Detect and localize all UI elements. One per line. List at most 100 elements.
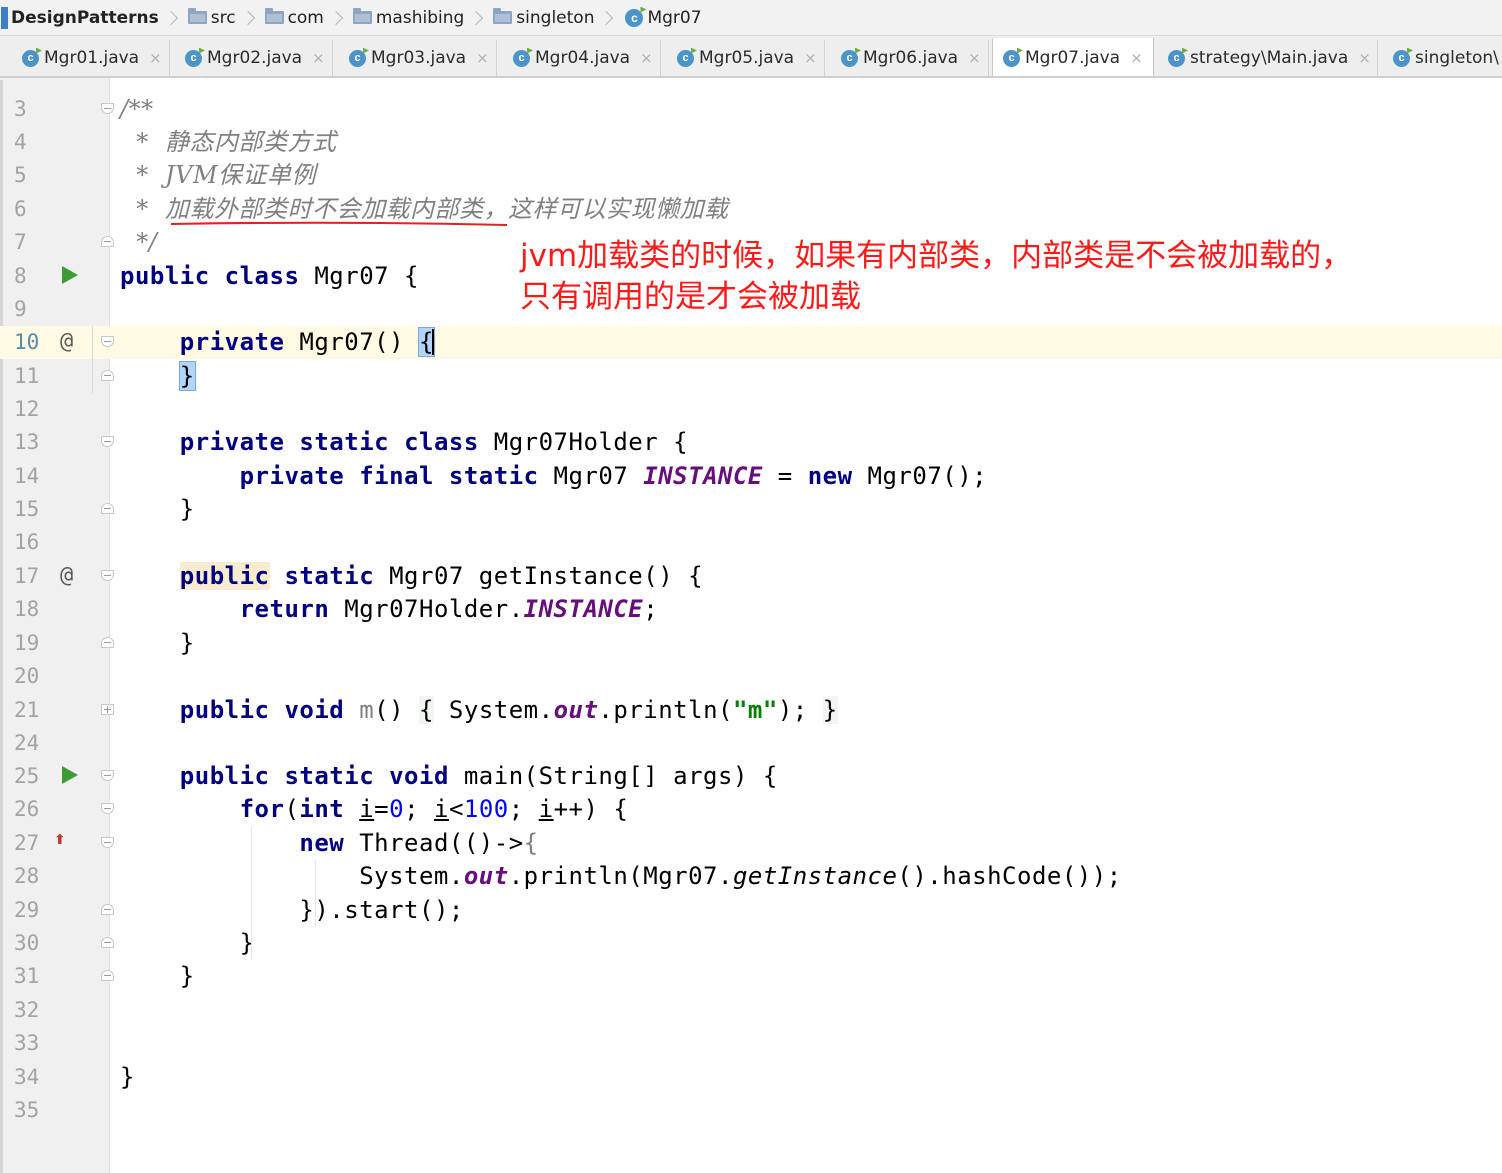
- line-number: 8: [14, 264, 27, 288]
- fold-marker-icon[interactable]: [100, 836, 116, 851]
- fold-marker-icon[interactable]: [100, 969, 116, 984]
- fold-marker-icon[interactable]: [100, 569, 116, 584]
- breadcrumb-mashibing[interactable]: mashibing: [349, 0, 489, 35]
- close-icon[interactable]: ×: [1358, 49, 1371, 67]
- annotation-line-2: 只有调用的是才会被加载: [520, 279, 861, 315]
- class-icon: c: [1003, 49, 1020, 67]
- close-icon[interactable]: ×: [312, 49, 325, 67]
- code-token: );: [777, 696, 808, 724]
- code-line: 12: [0, 393, 1502, 426]
- tab-mgr05[interactable]: c Mgr05.java ×: [667, 40, 825, 76]
- line-number: 35: [14, 1098, 40, 1122]
- breadcrumb-src[interactable]: src: [184, 0, 261, 35]
- class-icon: c: [625, 8, 644, 27]
- keyword-token: static: [448, 462, 539, 490]
- fold-marker-icon[interactable]: [100, 769, 116, 784]
- run-icon[interactable]: [60, 763, 84, 789]
- class-icon: c: [349, 49, 366, 67]
- code-line: 28 System.out.println(Mgr07.getInstance(…: [0, 860, 1502, 893]
- tab-mgr04[interactable]: c Mgr04.java ×: [503, 40, 661, 76]
- close-icon[interactable]: ×: [968, 49, 981, 67]
- code-text: for(int i=0; i<100; i++) {: [120, 795, 628, 823]
- tab-mgr01[interactable]: c Mgr01.java ×: [12, 40, 170, 76]
- tab-label: Mgr03.java: [371, 48, 467, 68]
- code-comment: JVM保证单例: [165, 161, 317, 189]
- tab-mgr03[interactable]: c Mgr03.java ×: [339, 40, 497, 76]
- chevron-right-icon: [469, 10, 484, 25]
- breadcrumb-singleton[interactable]: singleton: [489, 0, 619, 35]
- close-icon[interactable]: ×: [149, 49, 162, 67]
- tab-label: singleton\: [1415, 48, 1499, 68]
- fold-marker-icon[interactable]: [100, 936, 116, 951]
- field-token: INSTANCE: [523, 595, 644, 623]
- keyword-token: public: [179, 562, 270, 590]
- expand-fold-icon[interactable]: [100, 703, 116, 718]
- keyword-token: static: [284, 762, 375, 790]
- unused-method-token: m: [359, 696, 375, 724]
- code-comment: *: [120, 161, 166, 189]
- code-token: .println(Mgr07.: [508, 862, 733, 890]
- fold-marker-icon[interactable]: [100, 636, 116, 651]
- tab-strategy-main[interactable]: c strategy\Main.java ×: [1158, 40, 1378, 76]
- code-token: }: [120, 962, 195, 990]
- keyword-token: void: [284, 696, 345, 724]
- line-number: 11: [14, 364, 40, 388]
- line-number: 21: [14, 698, 40, 722]
- tab-mgr02[interactable]: c Mgr02.java ×: [175, 40, 333, 76]
- fold-marker-icon[interactable]: [100, 102, 116, 117]
- code-token: main(String[] args) {: [448, 762, 778, 790]
- code-comment: *: [120, 128, 166, 156]
- fold-marker-icon[interactable]: [100, 903, 116, 918]
- fold-marker-icon[interactable]: [100, 502, 116, 517]
- breadcrumb-mgr07[interactable]: c Mgr07: [619, 0, 707, 35]
- close-icon[interactable]: ×: [476, 49, 489, 67]
- class-icon: c: [1393, 49, 1410, 67]
- implements-icon[interactable]: ⬆: [54, 830, 84, 856]
- code-line: 3 /**: [0, 93, 1502, 126]
- class-icon: c: [185, 49, 202, 67]
- code-line: 18 return Mgr07Holder.INSTANCE;: [0, 593, 1502, 626]
- line-number: 16: [14, 530, 40, 554]
- code-comment: /**: [120, 95, 154, 123]
- tab-mgr07[interactable]: c Mgr07.java ×: [992, 38, 1154, 76]
- fold-marker-icon[interactable]: [100, 369, 116, 384]
- field-token: out: [463, 862, 509, 890]
- keyword-token: new: [299, 829, 345, 857]
- line-number: 31: [14, 964, 40, 988]
- fold-marker-icon[interactable]: [100, 235, 116, 250]
- chevron-right-icon: [328, 10, 343, 25]
- breadcrumb-project[interactable]: DesignPatterns: [0, 0, 184, 35]
- override-icon[interactable]: @: [60, 563, 84, 589]
- tab-singleton-main[interactable]: c singleton\: [1383, 40, 1502, 76]
- keyword-token: return: [239, 595, 330, 623]
- run-icon[interactable]: [60, 263, 84, 289]
- close-icon[interactable]: ×: [640, 49, 653, 67]
- code-line: 30 }: [0, 927, 1502, 960]
- fold-marker-icon[interactable]: [100, 435, 116, 450]
- code-token: }: [120, 629, 195, 657]
- code-token: .println(: [598, 696, 733, 724]
- code-text: return Mgr07Holder.INSTANCE;: [120, 595, 658, 623]
- line-number: 34: [14, 1065, 40, 1089]
- code-line: 33: [0, 1027, 1502, 1060]
- override-icon[interactable]: @: [60, 329, 84, 355]
- line-number: 5: [14, 163, 27, 187]
- folded-block-start[interactable]: {: [419, 696, 434, 724]
- field-token: out: [553, 696, 599, 724]
- chevron-right-icon: [599, 10, 614, 25]
- close-icon[interactable]: ×: [1130, 49, 1143, 67]
- fold-marker-icon[interactable]: [100, 335, 116, 350]
- line-number: 6: [14, 197, 27, 221]
- code-token: Mgr07 {: [299, 262, 419, 290]
- class-icon: c: [841, 49, 858, 67]
- fold-marker-icon[interactable]: [100, 802, 116, 817]
- tab-mgr06[interactable]: c Mgr06.java ×: [831, 40, 989, 76]
- folded-block-end[interactable]: }: [822, 696, 838, 724]
- code-line: 31 }: [0, 960, 1502, 993]
- close-icon[interactable]: ×: [804, 49, 817, 67]
- folder-icon: [187, 8, 207, 24]
- breadcrumb-com[interactable]: com: [261, 0, 349, 35]
- indent-guide: [251, 827, 252, 960]
